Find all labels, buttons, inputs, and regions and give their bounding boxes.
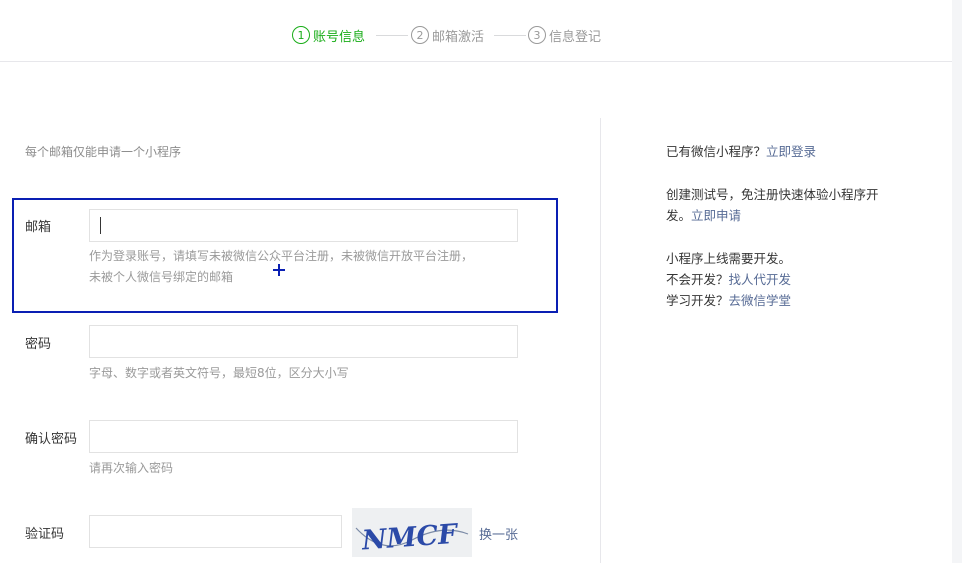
- learn-dev-question: 学习开发？: [666, 293, 729, 308]
- step-connector: [494, 35, 526, 36]
- test-account-text: 创建测试号，免注册快速体验小程序开: [666, 187, 879, 202]
- step-email-activation: 2 邮箱激活: [411, 24, 484, 46]
- column-divider: [600, 118, 601, 563]
- no-dev-question: 不会开发？: [666, 272, 729, 287]
- scrollbar-track[interactable]: [952, 0, 962, 563]
- refresh-captcha-link[interactable]: 换一张: [479, 524, 518, 543]
- wechat-academy-link[interactable]: 去微信学堂: [729, 293, 792, 308]
- password-input[interactable]: [89, 325, 518, 358]
- confirm-password-help: 请再次输入密码: [89, 461, 174, 475]
- side-test-account: 创建测试号，免注册快速体验小程序开 发。立即申请: [666, 184, 879, 226]
- step-number: 2: [411, 26, 429, 44]
- step-connector: [376, 35, 408, 36]
- step-number: 1: [292, 26, 310, 44]
- email-label: 邮箱: [25, 220, 52, 235]
- form-tip: 每个邮箱仅能申请一个小程序: [25, 145, 182, 159]
- step-label: 信息登记: [549, 29, 602, 45]
- captcha-label: 验证码: [25, 527, 65, 542]
- step-label: 邮箱激活: [432, 29, 485, 45]
- step-progress-bar: 1 账号信息 2 邮箱激活 3 信息登记: [0, 0, 952, 62]
- find-developer-link[interactable]: 找人代开发: [729, 272, 792, 287]
- confirm-password-input[interactable]: [89, 420, 518, 453]
- captcha-text: NMCF: [360, 519, 460, 557]
- captcha-input[interactable]: [89, 515, 342, 548]
- step-account-info: 1 账号信息: [292, 24, 365, 46]
- confirm-password-label: 确认密码: [25, 432, 78, 447]
- test-account-text-end: 发。: [666, 208, 692, 223]
- crosshair-cursor-icon: [273, 264, 285, 276]
- side-dev-info: 小程序上线需要开发。 不会开发？找人代开发 学习开发？去微信学堂: [666, 248, 791, 311]
- login-link[interactable]: 立即登录: [766, 144, 816, 159]
- email-help-line2: 未被个人微信号绑定的邮箱: [89, 270, 234, 284]
- email-input[interactable]: [89, 209, 518, 242]
- step-number: 3: [528, 26, 546, 44]
- apply-now-link[interactable]: 立即申请: [691, 208, 741, 223]
- password-label: 密码: [25, 337, 52, 352]
- captcha-image[interactable]: NMCF: [352, 508, 472, 557]
- step-label: 账号信息: [313, 29, 366, 45]
- password-help: 字母、数字或者英文符号，最短8位，区分大小写: [89, 366, 349, 380]
- text-caret: [100, 217, 101, 234]
- step-info-registration: 3 信息登记: [528, 24, 601, 46]
- side-login-line: 已有微信小程序？立即登录: [666, 141, 816, 162]
- login-question: 已有微信小程序？: [666, 144, 767, 159]
- dev-required-text: 小程序上线需要开发。: [666, 251, 792, 266]
